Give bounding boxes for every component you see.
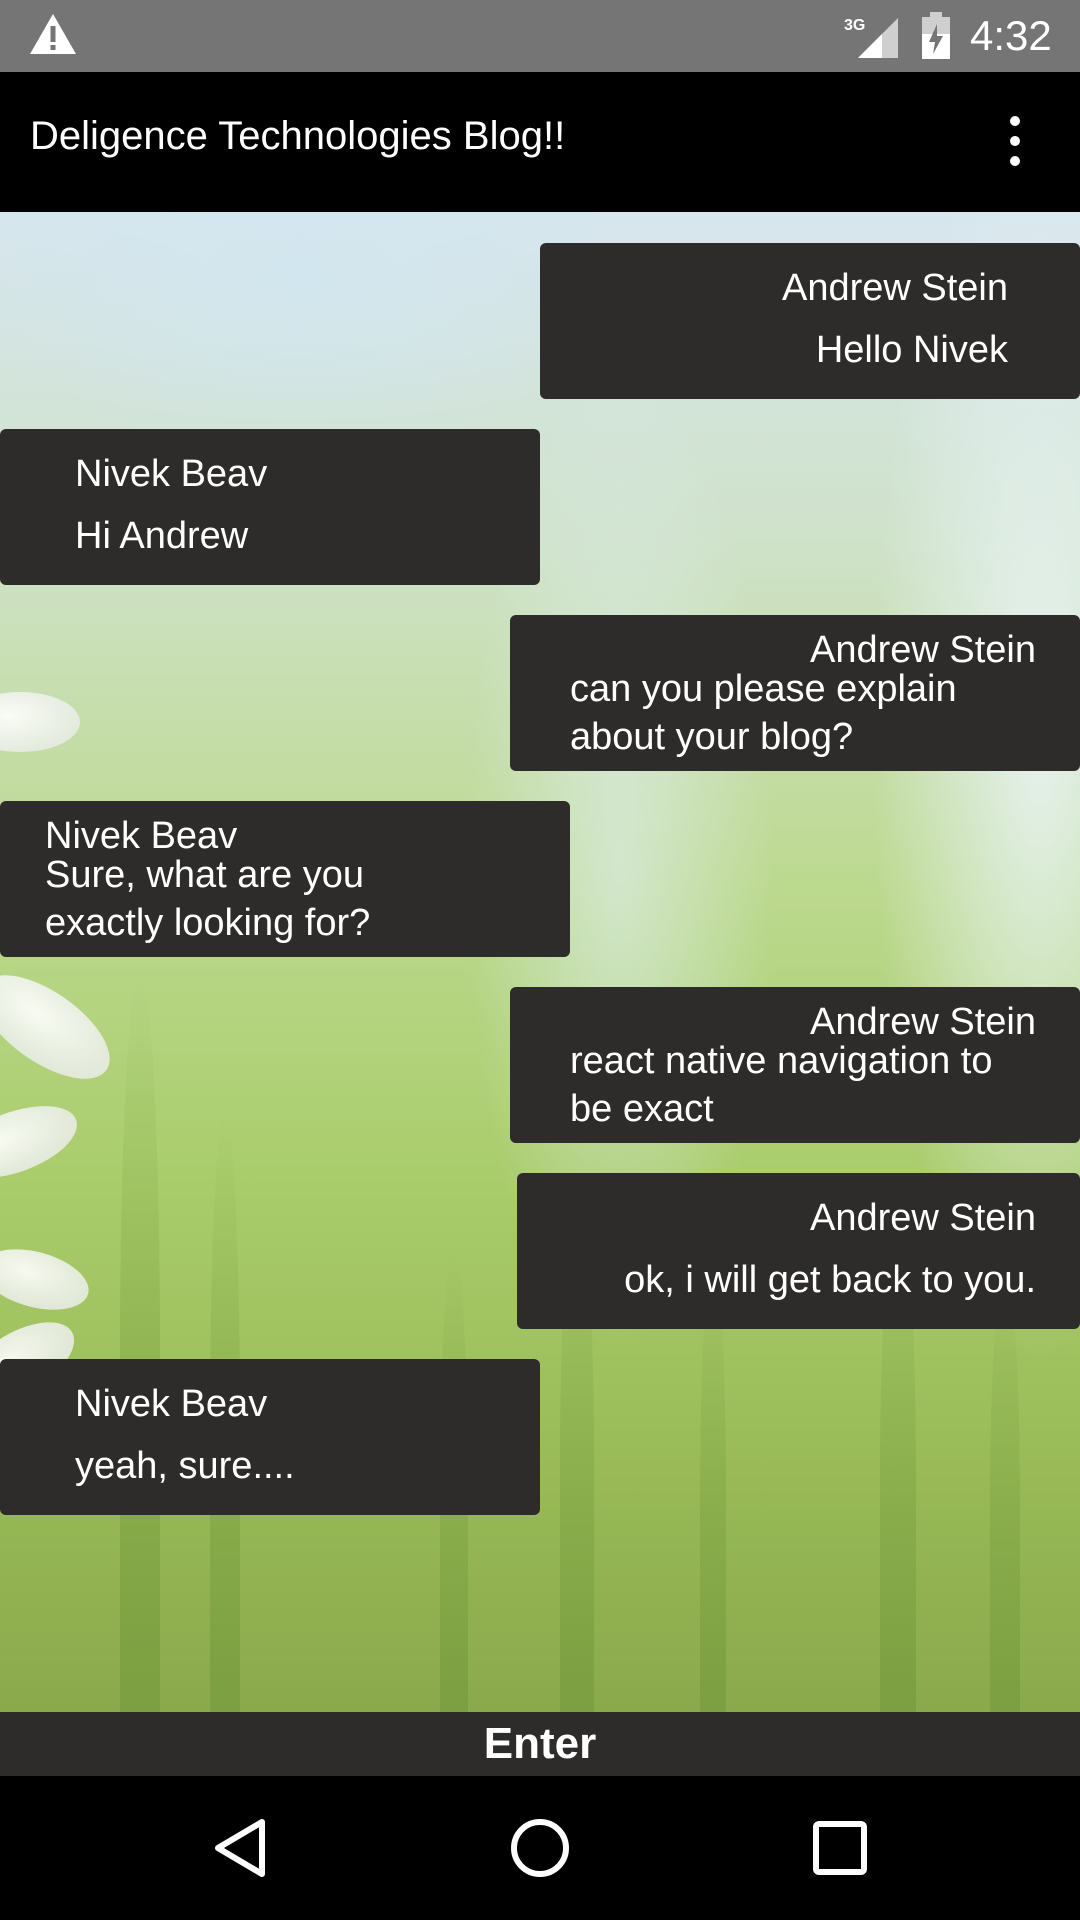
phone-screen: 3G 4:32 Deligence Technologies Blog!! An…	[0, 0, 1080, 1920]
background-decoration	[0, 1091, 87, 1193]
enter-button[interactable]: Enter	[0, 1712, 1080, 1776]
more-vert-icon[interactable]	[1000, 116, 1030, 176]
message-sender: Nivek Beav	[75, 1383, 268, 1425]
message-text: Sure, what are you exactly looking for?	[45, 854, 371, 944]
back-icon[interactable]	[200, 1808, 280, 1888]
recents-icon[interactable]	[800, 1808, 880, 1888]
background-decoration	[0, 1238, 96, 1321]
network-type-label: 3G	[844, 17, 865, 34]
message-sender: Andrew Stein	[781, 267, 1008, 309]
background-decoration	[700, 1262, 726, 1712]
message-text: ok, i will get back to you.	[624, 1259, 1036, 1301]
background-decoration	[120, 972, 160, 1712]
message-bubble-sent: Andrew Stein ok, i will get back to you.	[517, 1173, 1080, 1329]
signal-icon: 3G	[844, 17, 898, 58]
app-bar: Deligence Technologies Blog!!	[0, 72, 1080, 212]
message-bubble-sent: Andrew Stein can you please explain abou…	[510, 615, 1080, 771]
message-text: yeah, sure....	[75, 1445, 295, 1487]
navigation-bar	[0, 1776, 1080, 1920]
app-title: Deligence Technologies Blog!!	[30, 114, 566, 158]
background-decoration	[990, 1272, 1020, 1712]
status-bar: 3G 4:32	[0, 0, 1080, 72]
message-bubble-received: Nivek Beav Hi Andrew	[0, 429, 540, 585]
message-text: react native navigation to be exact	[570, 1040, 993, 1130]
message-sender: Andrew Stein	[809, 1197, 1036, 1239]
battery-icon	[922, 12, 950, 59]
message-sender: Nivek Beav	[75, 453, 268, 495]
warning-icon	[30, 14, 76, 54]
background-decoration	[0, 955, 127, 1099]
message-bubble-sent: Andrew Stein Hello Nivek	[540, 243, 1080, 399]
message-bubble-sent: Andrew Stein react native navigation to …	[510, 987, 1080, 1143]
message-text: Hello Nivek	[815, 329, 1008, 371]
chat-area[interactable]: Andrew Stein Hello Nivek Nivek Beav Hi A…	[0, 212, 1080, 1712]
status-time: 4:32	[970, 12, 1052, 59]
background-decoration	[0, 692, 80, 752]
home-icon[interactable]	[500, 1808, 580, 1888]
message-text: Hi Andrew	[75, 515, 249, 557]
message-text: can you please explain about your blog?	[570, 668, 957, 758]
message-bubble-received: Nivek Beav yeah, sure....	[0, 1359, 540, 1515]
message-bubble-received: Nivek Beav Sure, what are you exactly lo…	[0, 801, 570, 957]
